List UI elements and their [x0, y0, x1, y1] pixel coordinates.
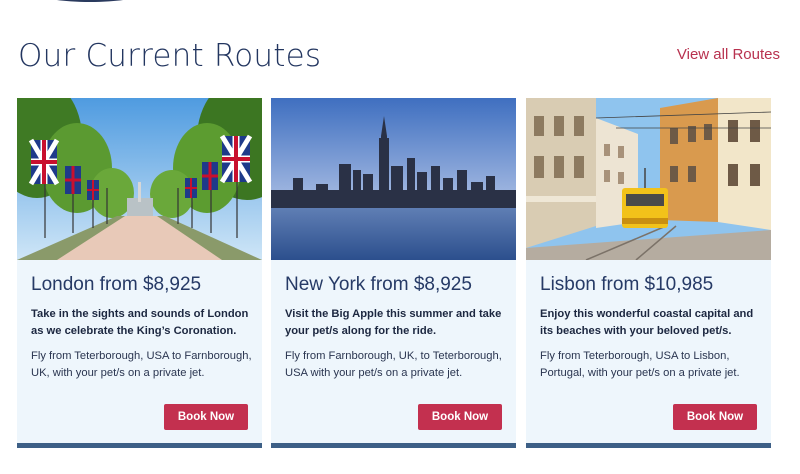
new-york-image[interactable]	[271, 98, 516, 260]
header-decoration	[40, 0, 140, 2]
card-lead-text: Visit the Big Apple this summer and take…	[285, 308, 502, 337]
route-card-london: London from $8,925 Take in the sights an…	[17, 98, 262, 448]
lisbon-image[interactable]	[526, 98, 771, 260]
route-card-lisbon: Lisbon from $10,985 Enjoy this wonderful…	[526, 98, 771, 448]
view-all-routes-link[interactable]: View all Routes	[677, 46, 780, 63]
card-title[interactable]: New York from $8,925	[285, 274, 472, 296]
card-title[interactable]: London from $8,925	[31, 274, 201, 296]
card-lead-text: Enjoy this wonderful coastal capital and…	[540, 308, 754, 337]
section-title: Our Current Routes	[18, 38, 322, 74]
london-image[interactable]	[17, 98, 262, 260]
route-card-new-york: New York from $8,925 Visit the Big Apple…	[271, 98, 516, 448]
card-description: Fly from Teterborough, USA to Farnboroug…	[31, 350, 252, 379]
card-description: Fly from Teterborough, USA to Lisbon, Po…	[540, 350, 740, 379]
book-now-button-lisbon[interactable]: Book Now	[673, 404, 757, 430]
book-now-button-london[interactable]: Book Now	[164, 404, 248, 430]
routes-grid: London from $8,925 Take in the sights an…	[17, 98, 772, 448]
book-now-button-new-york[interactable]: Book Now	[418, 404, 502, 430]
card-lead-text: Take in the sights and sounds of London …	[31, 308, 249, 337]
card-title[interactable]: Lisbon from $10,985	[540, 274, 713, 296]
card-description: Fly from Farnborough, UK, to Teterboroug…	[285, 350, 502, 379]
